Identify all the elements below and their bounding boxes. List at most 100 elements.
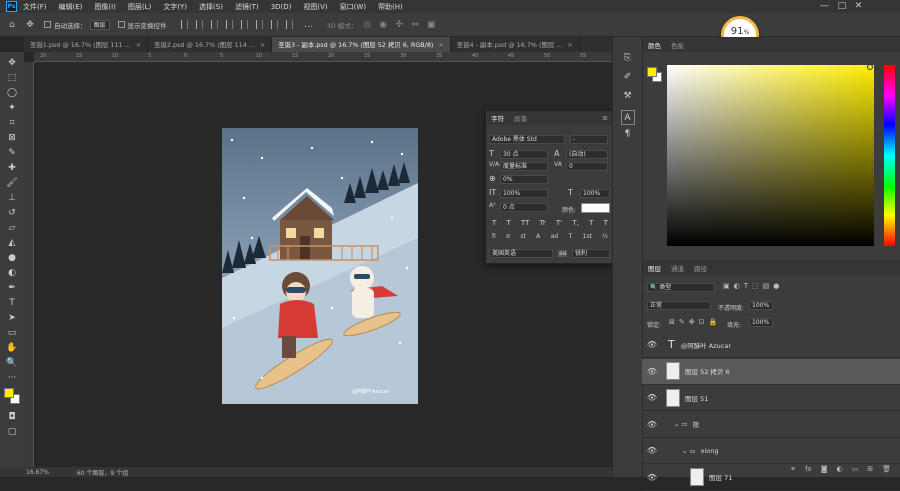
tsume-field[interactable]: 0%	[500, 175, 548, 184]
blend-mode-dropdown[interactable]: 正常	[647, 301, 711, 310]
eyedropper-icon[interactable]: ✎	[5, 146, 19, 161]
folder-icon[interactable]: ⌄ ▭	[682, 447, 696, 455]
menu-3d[interactable]: 3D(D)	[271, 3, 292, 11]
horizontal-scale-field[interactable]: 100%	[580, 189, 610, 198]
opentype-button[interactable]: fi	[492, 233, 496, 240]
zoom-tool-icon[interactable]: 🔍	[5, 356, 19, 371]
menu-type[interactable]: 文字(Y)	[163, 2, 187, 12]
maximize-icon[interactable]: □	[838, 1, 847, 11]
color-picker-field[interactable]	[667, 65, 874, 246]
layer-row[interactable]: 👁 T @阿酥叶 Azucar	[642, 332, 900, 358]
show-transform-checkbox[interactable]	[117, 21, 125, 28]
minimize-icon[interactable]: —	[820, 1, 829, 11]
screen-mode-icon[interactable]: ▢	[5, 425, 19, 440]
history-brush-icon[interactable]: ↺	[5, 206, 19, 221]
visibility-eye-icon[interactable]: 👁	[644, 420, 660, 429]
menu-view[interactable]: 视图(V)	[303, 2, 327, 12]
align-right-icon[interactable]	[210, 20, 218, 29]
align-bottom-icon[interactable]	[255, 20, 263, 29]
font-style-button[interactable]: T	[589, 219, 593, 227]
magic-wand-icon[interactable]: ✦	[5, 101, 19, 116]
opentype-button[interactable]: st	[520, 233, 525, 240]
layer-row[interactable]: 👁 图层 51	[642, 385, 900, 411]
path-select-icon[interactable]: ➤	[5, 311, 19, 326]
fill-field[interactable]: 100%	[749, 318, 773, 327]
visibility-eye-icon[interactable]: 👁	[644, 446, 660, 455]
tab-close-icon[interactable]: ×	[567, 41, 572, 49]
3d-slide-icon[interactable]: ⇔	[409, 19, 421, 31]
distribute-h-icon[interactable]	[285, 20, 293, 29]
font-style-dropdown[interactable]: -	[570, 135, 608, 144]
auto-select-checkbox[interactable]	[44, 21, 51, 28]
tab-paths[interactable]: 路径	[694, 263, 707, 273]
lock-icons[interactable]: ⊠✎✥⊡🔒	[669, 318, 721, 326]
color-panel-swatches[interactable]	[647, 67, 663, 83]
foreground-color-swatch[interactable]	[4, 388, 14, 398]
hand-tool-icon[interactable]: ✋	[5, 341, 19, 356]
align-top-icon[interactable]	[225, 20, 233, 29]
3d-roll-icon[interactable]: ◉	[377, 19, 389, 31]
tracking-field[interactable]: 0	[566, 162, 608, 171]
visibility-eye-icon[interactable]: 👁	[644, 473, 660, 482]
menu-layer[interactable]: 图层(L)	[128, 2, 151, 12]
3d-scale-icon[interactable]: ▣	[425, 19, 437, 31]
more-options-icon[interactable]: …	[303, 19, 315, 31]
baseline-shift-field[interactable]: 0 点	[500, 203, 548, 212]
font-style-button[interactable]: T	[492, 219, 496, 227]
tab-swatches[interactable]: 色板	[671, 40, 684, 50]
menu-edit[interactable]: 编辑(E)	[59, 2, 83, 12]
pen-tool-icon[interactable]: ✒	[5, 281, 19, 296]
menu-select[interactable]: 选择(S)	[199, 2, 223, 12]
opentype-button[interactable]: ad	[551, 233, 559, 240]
brush-tool-icon[interactable]: 🖌	[5, 176, 19, 191]
3d-pan-icon[interactable]: ✣	[393, 19, 405, 31]
kerning-field[interactable]: 度量标准	[500, 162, 548, 171]
distribute-icon[interactable]	[270, 20, 278, 29]
brush-settings-icon[interactable]: ✐	[621, 70, 635, 85]
opentype-button[interactable]: ½	[602, 233, 608, 240]
font-style-button[interactable]: T	[507, 219, 511, 227]
auto-select-dropdown[interactable]: 图层	[89, 19, 110, 30]
tab-color[interactable]: 颜色	[648, 40, 661, 50]
move-tool-icon[interactable]: ✥	[24, 19, 36, 31]
opentype-button[interactable]: A	[536, 233, 540, 240]
tab-layers[interactable]: 图层	[648, 263, 661, 273]
align-center-icon[interactable]	[195, 20, 203, 29]
move-tool-icon[interactable]: ✥	[5, 56, 19, 71]
home-icon[interactable]: ⌂	[6, 19, 18, 31]
menu-window[interactable]: 窗口(W)	[340, 2, 366, 12]
visibility-eye-icon[interactable]: 👁	[644, 340, 660, 349]
font-style-button[interactable]: T	[604, 219, 608, 227]
more-tools-icon[interactable]: ···	[5, 371, 19, 386]
layer-filter-icons[interactable]: ▣◐T⬚▤●	[723, 282, 783, 290]
visibility-eye-icon[interactable]: 👁	[644, 393, 660, 402]
photoshop-logo-icon[interactable]: Ps	[6, 1, 17, 12]
type-tool-icon[interactable]: T	[5, 296, 19, 311]
blur-tool-icon[interactable]: ●	[5, 251, 19, 266]
tab-close-icon[interactable]: ×	[438, 41, 443, 49]
opentype-button[interactable]: 1st	[583, 233, 592, 240]
clone-stamp-icon[interactable]: ⊥	[5, 191, 19, 206]
opentype-button[interactable]: T	[568, 233, 572, 240]
opentype-button[interactable]: σ	[506, 233, 510, 240]
healing-brush-icon[interactable]: ✚	[5, 161, 19, 176]
opacity-field[interactable]: 100%	[749, 301, 773, 310]
paragraph-panel-icon[interactable]: ¶	[621, 127, 635, 142]
hue-slider[interactable]	[884, 65, 895, 246]
layer-row[interactable]: 👁 ⌄ ▭ 熊	[642, 412, 900, 438]
text-color-swatch[interactable]	[581, 203, 610, 213]
paint-bucket-icon[interactable]: ◭	[5, 236, 19, 251]
marquee-tool-icon[interactable]: ⬚	[5, 71, 19, 86]
zoom-level[interactable]: 16.67%	[26, 469, 49, 476]
vertical-scale-field[interactable]: 100%	[500, 189, 548, 198]
dodge-tool-icon[interactable]: ◐	[5, 266, 19, 281]
document-canvas[interactable]: @阿酥叶Azucar	[222, 128, 418, 404]
document-tab[interactable]: 圣诞1.psd @ 16.7% (图层 111 ... ×	[24, 37, 149, 52]
panel-menu-icon[interactable]: ≡	[602, 114, 608, 122]
document-tab[interactable]: 圣诞4 - 副本.psd @ 16.7% (图层 ... ×	[451, 37, 580, 52]
tab-close-icon[interactable]: ×	[260, 41, 265, 49]
tab-channels[interactable]: 通道	[671, 263, 684, 273]
document-tab[interactable]: 圣诞2.psd @ 16.7% (图层 114 ... ×	[148, 37, 273, 52]
menu-image[interactable]: 图像(I)	[94, 2, 116, 12]
tab-character[interactable]: 字符	[491, 113, 504, 123]
